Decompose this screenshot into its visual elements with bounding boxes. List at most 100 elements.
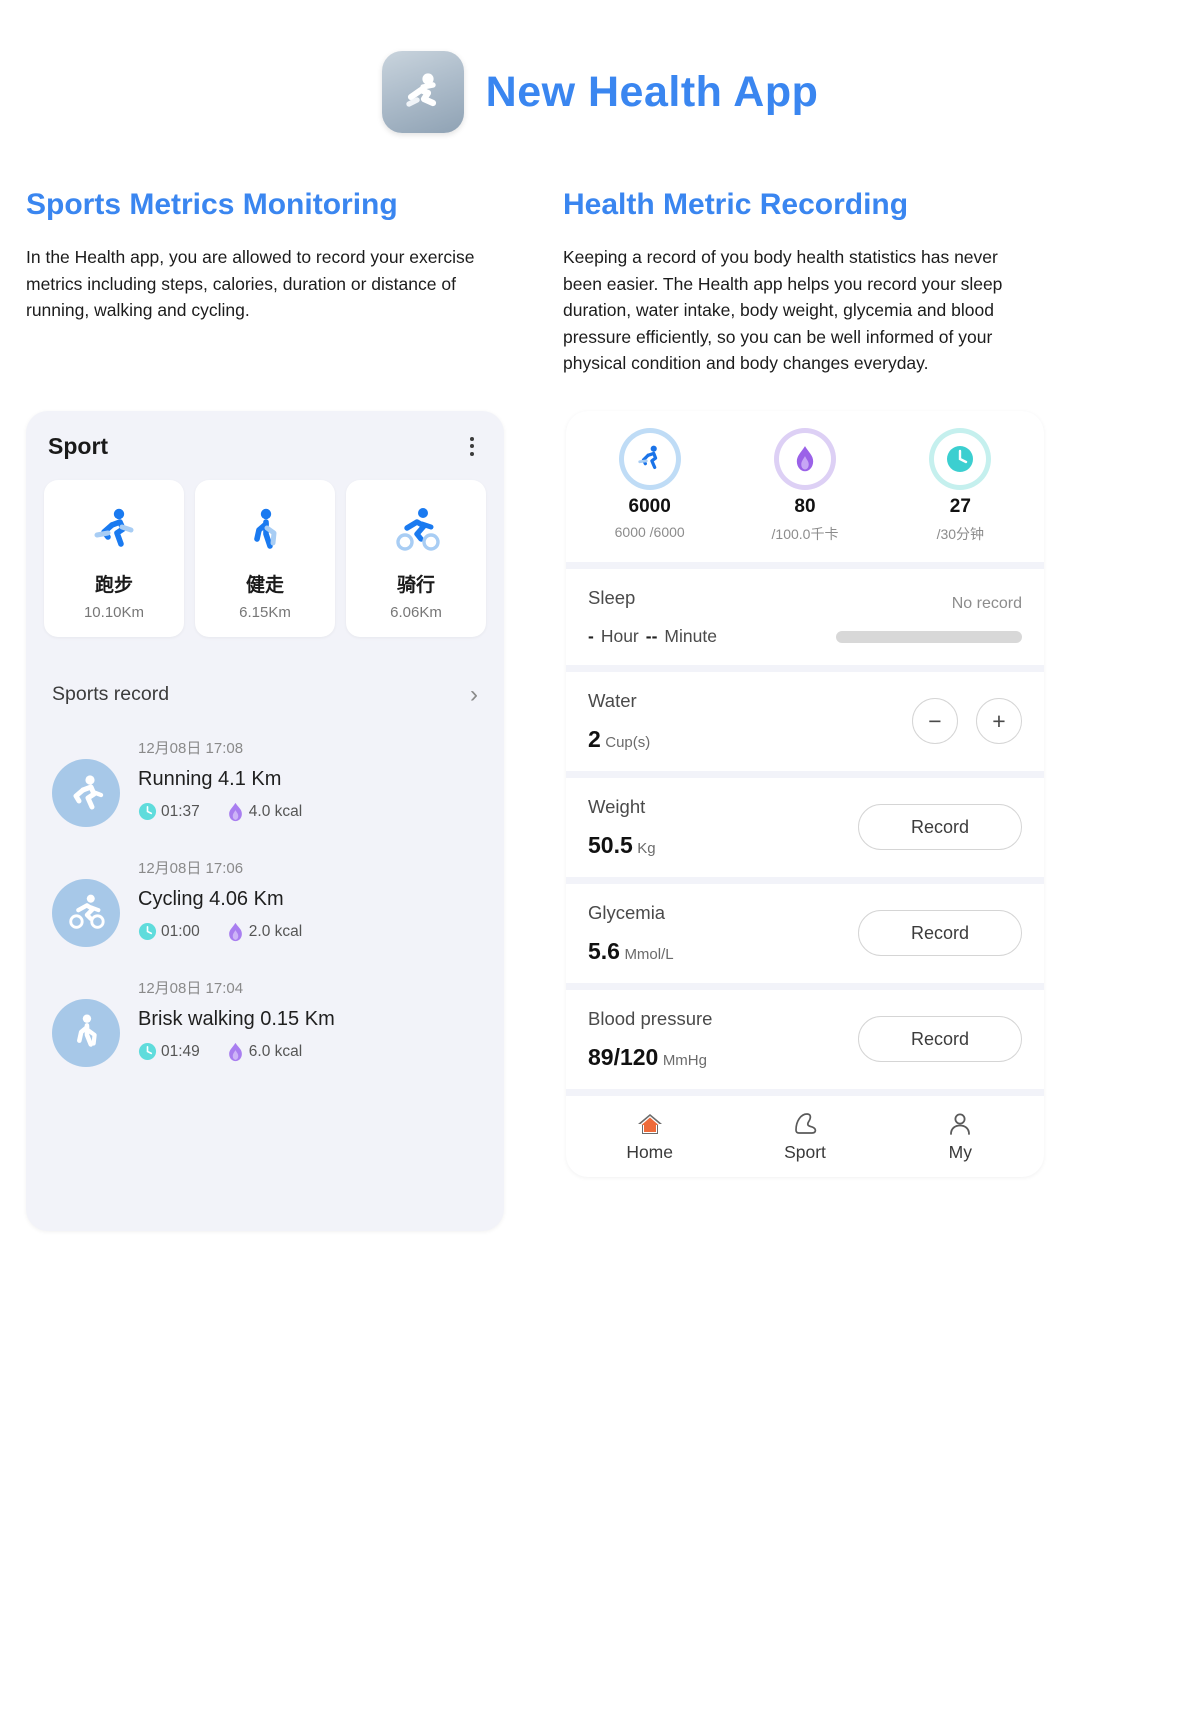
nav-item-my[interactable]: My bbox=[883, 1108, 1038, 1163]
metric-duration[interactable]: 27 /30分钟 bbox=[883, 433, 1038, 544]
person-icon bbox=[883, 1108, 1038, 1140]
row-weight[interactable]: Weight 50.5 Kg Record bbox=[566, 778, 1044, 877]
page-title: New Health App bbox=[486, 68, 819, 117]
record-title: Brisk walking 0.15 Km bbox=[138, 1006, 478, 1032]
kebab-menu-icon[interactable] bbox=[462, 433, 482, 460]
record-item[interactable]: 12月08日 17:06 Cycling 4.06 Km 01:00 bbox=[44, 827, 486, 947]
water-unit: Cup(s) bbox=[605, 734, 650, 751]
screenshot-row: Sport 跑步 10.10Km bbox=[0, 411, 1200, 1231]
sleep-progress-bar bbox=[836, 631, 1022, 643]
blood-pressure-record-button[interactable]: Record bbox=[858, 1016, 1022, 1062]
poster-page: New Health App Sports Metrics Monitoring… bbox=[0, 0, 1200, 1725]
record-duration: 01:00 bbox=[138, 922, 200, 941]
page-header: New Health App bbox=[0, 0, 1200, 140]
water-label: Water bbox=[588, 690, 650, 712]
steps-ring bbox=[624, 433, 676, 485]
sleep-status-text: No record bbox=[836, 595, 1022, 613]
sports-record-header[interactable]: Sports record › bbox=[44, 683, 486, 707]
record-title: Cycling 4.06 Km bbox=[138, 886, 478, 912]
record-item[interactable]: 12月08日 17:08 Running 4.1 Km 01:37 bbox=[44, 707, 486, 827]
weight-label: Weight bbox=[588, 796, 656, 818]
sport-app-card: Sport 跑步 10.10Km bbox=[26, 411, 504, 1231]
column-health: Health Metric Recording Keeping a record… bbox=[563, 188, 1038, 377]
sport-card-header: Sport bbox=[44, 431, 486, 460]
record-content: 12月08日 17:04 Brisk walking 0.15 Km 01:49 bbox=[138, 973, 478, 1067]
glycemia-record-button[interactable]: Record bbox=[858, 910, 1022, 956]
chevron-right-icon[interactable]: › bbox=[470, 683, 478, 707]
running-icon bbox=[48, 502, 180, 564]
cycling-icon bbox=[65, 892, 107, 934]
blood-pressure-value: 89/120 bbox=[588, 1044, 658, 1070]
calories-target: /100.0千卡 bbox=[727, 524, 882, 544]
glycemia-label: Glycemia bbox=[588, 902, 674, 924]
duration-value: 01:37 bbox=[161, 803, 200, 821]
row-sleep[interactable]: Sleep - Hour -- Minute No record bbox=[566, 569, 1044, 665]
row-water[interactable]: Water 2 Cup(s) − + bbox=[566, 672, 1044, 771]
activity-value: 6.15Km bbox=[199, 604, 331, 621]
avatar bbox=[52, 999, 120, 1067]
glycemia-info: Glycemia 5.6 Mmol/L bbox=[588, 902, 674, 965]
flame-icon bbox=[226, 802, 245, 822]
avatar bbox=[52, 879, 120, 947]
column-body-sports: In the Health app, you are allowed to re… bbox=[26, 244, 501, 324]
sleep-minute-unit: Minute bbox=[664, 626, 717, 647]
activity-value: 6.06Km bbox=[350, 604, 482, 621]
metric-calories[interactable]: 80 /100.0千卡 bbox=[727, 433, 882, 544]
blood-pressure-unit: MmHg bbox=[663, 1052, 707, 1069]
daily-metrics-row: 6000 6000 /6000 80 /100.0千卡 bbox=[566, 411, 1044, 562]
nav-item-sport[interactable]: Sport bbox=[727, 1108, 882, 1163]
water-decrement-button[interactable]: − bbox=[912, 698, 958, 744]
record-calories: 6.0 kcal bbox=[226, 1042, 302, 1062]
running-figure-icon bbox=[397, 66, 449, 118]
activity-tile-cycling[interactable]: 骑行 6.06Km bbox=[346, 480, 486, 637]
row-glycemia[interactable]: Glycemia 5.6 Mmol/L Record bbox=[566, 884, 1044, 983]
walking-icon bbox=[199, 502, 331, 564]
water-increment-button[interactable]: + bbox=[976, 698, 1022, 744]
calories-value: 4.0 kcal bbox=[249, 803, 302, 821]
activity-name: 跑步 bbox=[48, 570, 180, 597]
home-icon bbox=[572, 1108, 727, 1140]
sleep-hour-value: - bbox=[588, 626, 594, 647]
metric-steps[interactable]: 6000 6000 /6000 bbox=[572, 433, 727, 544]
flame-icon bbox=[226, 1042, 245, 1062]
duration-ring bbox=[934, 433, 986, 485]
weight-record-button[interactable]: Record bbox=[858, 804, 1022, 850]
record-calories: 4.0 kcal bbox=[226, 802, 302, 822]
activity-name: 健走 bbox=[199, 570, 331, 597]
clock-icon bbox=[138, 922, 157, 941]
activity-tile-walking[interactable]: 健走 6.15Km bbox=[195, 480, 335, 637]
record-calories: 2.0 kcal bbox=[226, 922, 302, 942]
weight-unit: Kg bbox=[637, 840, 655, 857]
record-content: 12月08日 17:08 Running 4.1 Km 01:37 bbox=[138, 733, 478, 827]
walking-icon bbox=[66, 1012, 106, 1054]
record-date: 12月08日 17:08 bbox=[138, 737, 478, 758]
nav-label: Sport bbox=[727, 1142, 882, 1163]
column-sports: Sports Metrics Monitoring In the Health … bbox=[26, 188, 501, 377]
duration-value: 01:00 bbox=[161, 923, 200, 941]
sport-card-title: Sport bbox=[48, 433, 108, 460]
nav-label: Home bbox=[572, 1142, 727, 1163]
row-blood-pressure[interactable]: Blood pressure 89/120 MmHg Record bbox=[566, 990, 1044, 1089]
flame-icon bbox=[226, 922, 245, 942]
nav-item-home[interactable]: Home bbox=[572, 1108, 727, 1163]
sleep-hour-unit: Hour bbox=[601, 626, 639, 647]
column-body-health: Keeping a record of you body health stat… bbox=[563, 244, 1038, 377]
clock-icon bbox=[138, 802, 157, 821]
activity-tiles: 跑步 10.10Km 健走 6.15Km bbox=[44, 480, 486, 637]
record-item[interactable]: 12月08日 17:04 Brisk walking 0.15 Km 01:49 bbox=[44, 947, 486, 1067]
activity-value: 10.10Km bbox=[48, 604, 180, 621]
blood-pressure-info: Blood pressure 89/120 MmHg bbox=[588, 1008, 712, 1071]
blood-pressure-label: Blood pressure bbox=[588, 1008, 712, 1030]
record-duration: 01:49 bbox=[138, 1042, 200, 1061]
glycemia-unit: Mmol/L bbox=[624, 946, 673, 963]
record-date: 12月08日 17:06 bbox=[138, 857, 478, 878]
sleep-minute-value: -- bbox=[646, 626, 658, 647]
avatar bbox=[52, 759, 120, 827]
activity-tile-running[interactable]: 跑步 10.10Km bbox=[44, 480, 184, 637]
duration-value: 27 bbox=[883, 496, 1038, 518]
calories-value: 2.0 kcal bbox=[249, 923, 302, 941]
activity-name: 骑行 bbox=[350, 570, 482, 597]
weight-info: Weight 50.5 Kg bbox=[588, 796, 656, 859]
duration-target: /30分钟 bbox=[883, 524, 1038, 544]
steps-target: 6000 /6000 bbox=[572, 524, 727, 540]
